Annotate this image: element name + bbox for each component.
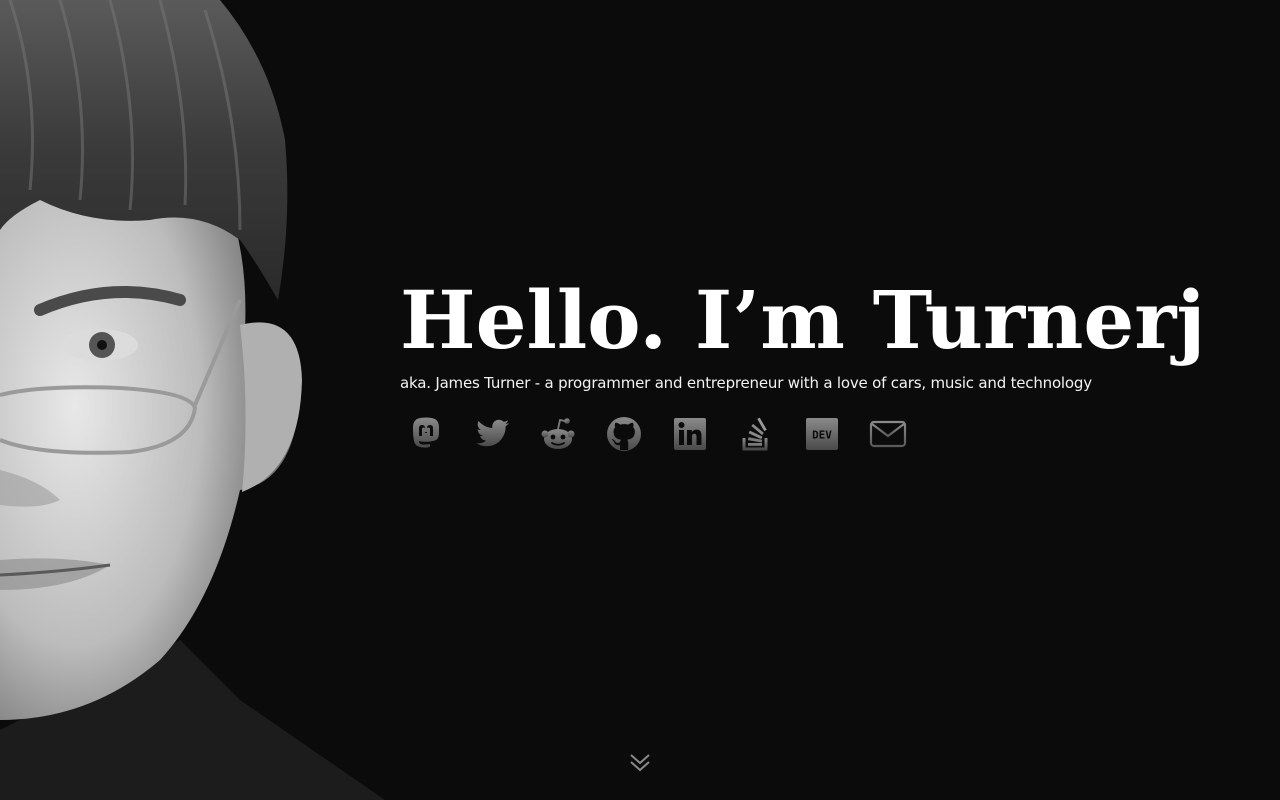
- hero: Hello. I’m Turnerj aka. James Turner - a…: [400, 272, 1260, 454]
- portrait-image: [0, 0, 390, 800]
- page-subtitle: aka. James Turner - a programmer and ent…: [400, 374, 1092, 392]
- stackoverflow-link[interactable]: [736, 414, 776, 454]
- page-title: Hello. I’m Turnerj: [400, 273, 1206, 367]
- email-icon: [869, 420, 907, 448]
- scroll-down-button[interactable]: [626, 750, 654, 778]
- dev-icon: DEV: [806, 418, 838, 450]
- social-links: DEV: [406, 414, 1260, 454]
- dev-icon-label: DEV: [812, 429, 832, 442]
- double-chevron-down-icon: [630, 754, 650, 772]
- stackoverflow-icon: [742, 417, 768, 451]
- reddit-icon: [541, 418, 575, 449]
- dev-link[interactable]: DEV: [802, 414, 842, 454]
- mastodon-link[interactable]: [406, 414, 446, 454]
- twitter-link[interactable]: [472, 414, 512, 454]
- twitter-icon: [476, 419, 509, 447]
- reddit-link[interactable]: [538, 414, 578, 454]
- github-link[interactable]: [604, 414, 644, 454]
- mastodon-icon: [413, 417, 439, 448]
- linkedin-link[interactable]: [670, 414, 710, 454]
- github-icon: [607, 417, 641, 451]
- email-link[interactable]: [868, 414, 908, 454]
- linkedin-icon: [674, 418, 706, 450]
